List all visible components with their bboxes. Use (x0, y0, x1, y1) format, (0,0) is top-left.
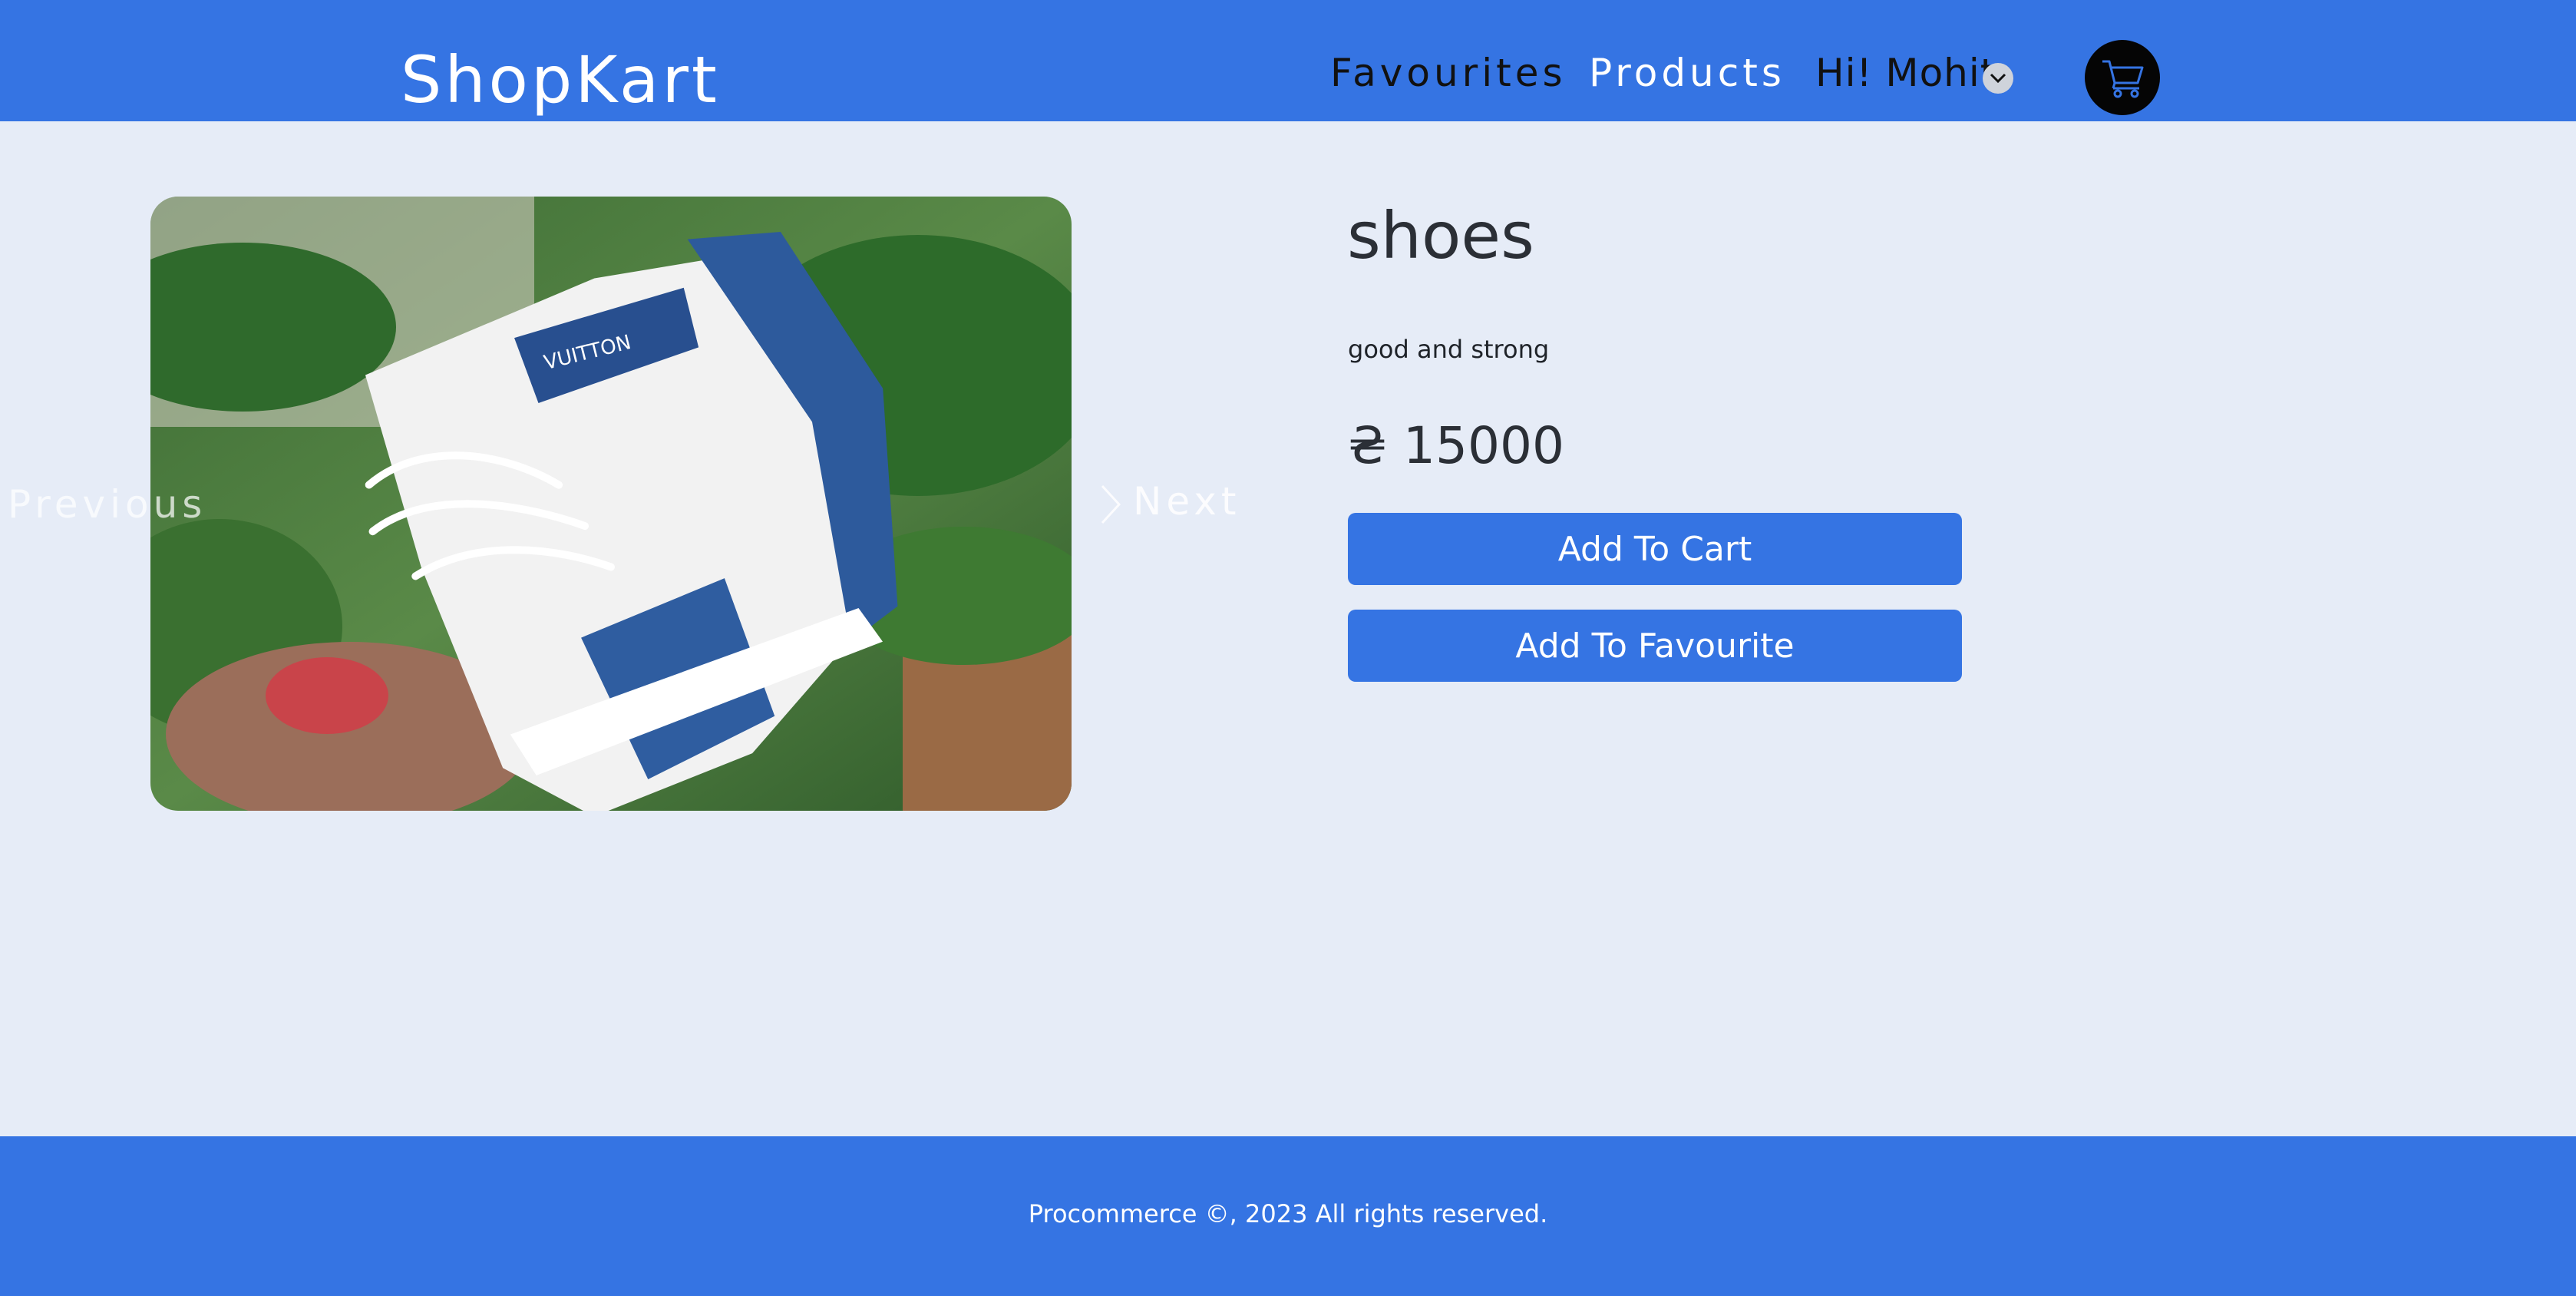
footer: Procommerce ©, 2023 All rights reserved. (0, 1136, 2576, 1296)
add-to-cart-button[interactable]: Add To Cart (1348, 513, 1962, 585)
nav-link-products[interactable]: Products (1589, 54, 1785, 92)
user-menu-toggle[interactable]: Hi! Mohit (1815, 54, 1996, 92)
footer-copyright: Procommerce ©, 2023 All rights reserved. (1028, 1199, 1548, 1228)
nav-link-favourites[interactable]: Favourites (1330, 54, 1567, 92)
product-image: VUITTON (150, 197, 1072, 811)
add-to-favourite-button[interactable]: Add To Favourite (1348, 610, 1962, 682)
chevron-right-icon (1101, 484, 1121, 524)
carousel-previous-button[interactable]: Previous (8, 482, 206, 527)
product-price: ₴ 15000 (1348, 416, 1565, 475)
shopping-cart-icon (2102, 60, 2144, 98)
cart-button[interactable] (2085, 40, 2160, 115)
chevron-down-icon[interactable] (1983, 63, 2013, 94)
product-description: good and strong (1348, 335, 1550, 364)
brand-logo[interactable]: ShopKart (401, 48, 720, 112)
top-navbar: ShopKart Favourites Products Hi! Mohit (0, 0, 2576, 121)
product-title: shoes (1347, 198, 1534, 273)
carousel-next-label: Next (1133, 479, 1241, 524)
carousel-next-button[interactable]: Next (1099, 479, 1240, 524)
